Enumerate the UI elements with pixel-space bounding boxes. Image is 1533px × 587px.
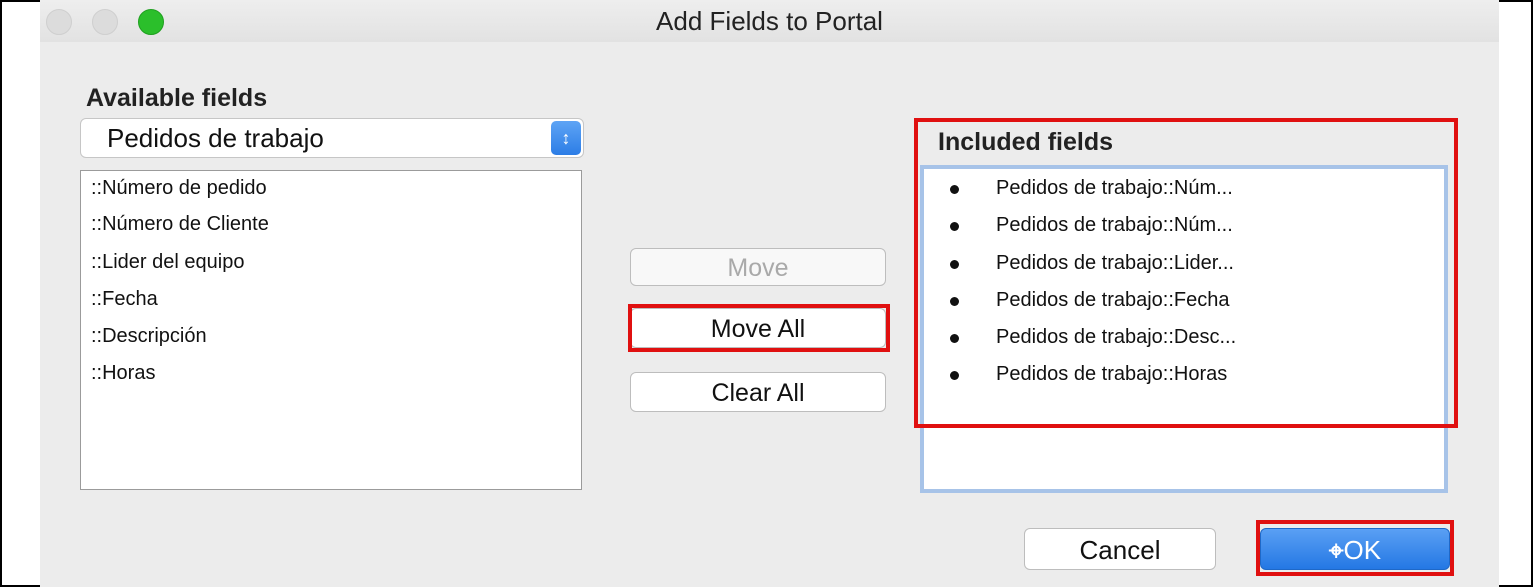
crosshair-cursor-icon: ⌖	[1328, 535, 1344, 565]
ok-button[interactable]: ⌖OK	[1260, 528, 1450, 570]
list-item[interactable]: Pedidos de trabajo::Desc...	[996, 326, 1236, 349]
list-item[interactable]: ::Descripción	[91, 325, 207, 348]
title-bar: Add Fields to Portal	[40, 0, 1499, 42]
list-item[interactable]: ::Número de Cliente	[91, 213, 269, 236]
list-item[interactable]: ::Número de pedido	[91, 177, 267, 200]
move-all-button[interactable]: Move All	[630, 308, 886, 348]
table-select-value: Pedidos de trabajo	[107, 123, 324, 153]
bullet-icon	[950, 222, 959, 231]
window-title: Add Fields to Portal	[656, 6, 883, 36]
move-button[interactable]: Move	[630, 248, 886, 286]
cancel-button[interactable]: Cancel	[1024, 528, 1216, 570]
bullet-icon	[950, 297, 959, 306]
included-fields-label: Included fields	[938, 128, 1114, 156]
table-select[interactable]: Pedidos de trabajo ↕	[80, 118, 584, 158]
updown-chevron-icon: ↕	[551, 121, 581, 155]
clear-all-button[interactable]: Clear All	[630, 372, 886, 412]
available-fields-label: Available fields	[86, 84, 268, 112]
included-fields-list[interactable]: Pedidos de trabajo::Núm... Pedidos de tr…	[920, 165, 1448, 493]
list-item[interactable]: Pedidos de trabajo::Lider...	[996, 252, 1234, 275]
list-item[interactable]: ::Fecha	[91, 288, 158, 311]
bullet-icon	[950, 371, 959, 380]
available-fields-list[interactable]: ::Número de pedido ::Número de Cliente :…	[80, 170, 582, 490]
bullet-icon	[950, 185, 959, 194]
list-item[interactable]: ::Lider del equipo	[91, 251, 244, 274]
bullet-icon	[950, 334, 959, 343]
list-item[interactable]: Pedidos de trabajo::Núm...	[996, 177, 1233, 200]
bullet-icon	[950, 260, 959, 269]
dialog-window: Add Fields to Portal Available fields Pe…	[40, 0, 1499, 587]
list-item[interactable]: Pedidos de trabajo::Núm...	[996, 214, 1233, 237]
list-item[interactable]: ::Horas	[91, 362, 155, 385]
list-item[interactable]: Pedidos de trabajo::Horas	[996, 363, 1227, 386]
list-item[interactable]: Pedidos de trabajo::Fecha	[996, 289, 1230, 312]
ok-button-label: OK	[1343, 535, 1382, 565]
